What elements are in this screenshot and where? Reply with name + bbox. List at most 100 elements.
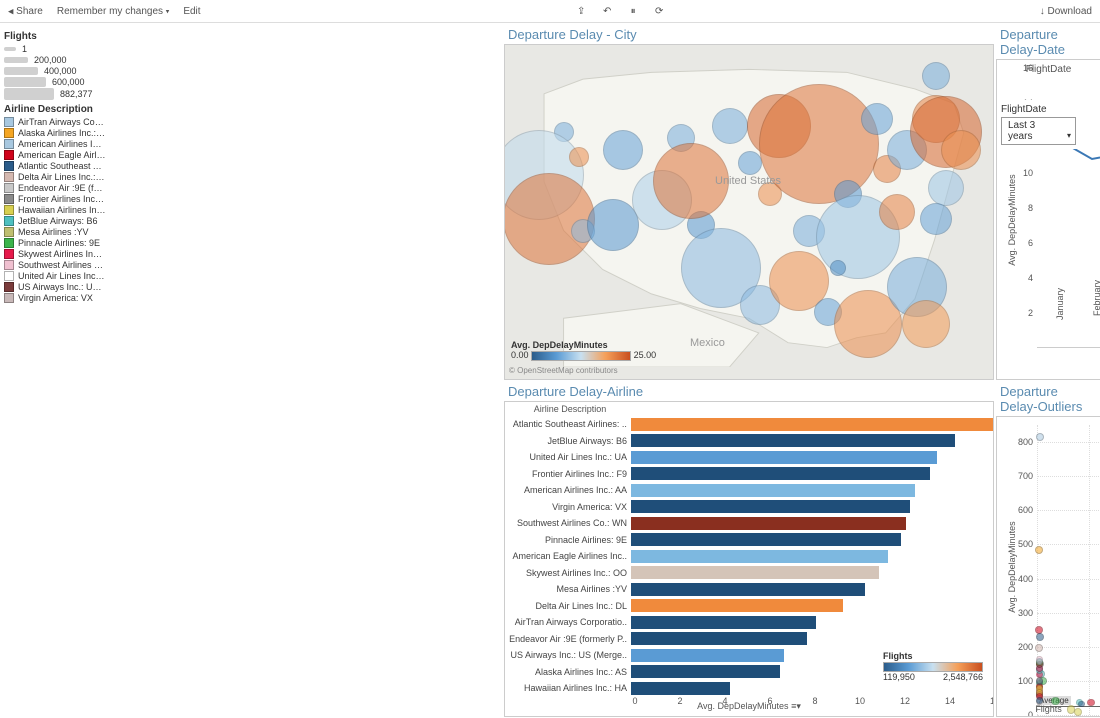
flightdate-select[interactable]: Last 3 years	[1001, 117, 1076, 145]
airline-legend-item[interactable]: Endeavor Air :9E (forme..	[4, 183, 500, 193]
bar-rect	[631, 451, 937, 464]
bar-row[interactable]: Southwest Airlines Co.: WN	[505, 515, 994, 531]
map-bubble[interactable]	[603, 130, 643, 170]
download-link[interactable]: ↓ Download	[1040, 6, 1092, 17]
bar-row-label: AirTran Airways Corporatio..	[505, 617, 631, 627]
bar-x-tick: 8	[812, 696, 817, 706]
airline-legend-item[interactable]: Atlantic Southeast Airlin..	[4, 161, 500, 171]
legend-swatch	[4, 260, 14, 270]
bar-row[interactable]: Endeavor Air :9E (formerly P..	[505, 631, 994, 647]
airline-legend-item[interactable]: Skywest Airlines Inc.: OO	[4, 249, 500, 259]
bar-row-label: Atlantic Southeast Airlines: ..	[505, 419, 631, 429]
scatter-body[interactable]: Avg. DepDelayMinutes 0100200300400500600…	[996, 416, 1100, 717]
scatter-dot[interactable]	[1087, 699, 1095, 707]
bar-row-label: American Eagle Airlines Inc..	[505, 551, 631, 561]
scatter-dot[interactable]	[1078, 701, 1085, 708]
legend-swatch	[4, 249, 14, 259]
scatter-dot[interactable]	[1035, 546, 1043, 554]
edit-link[interactable]: Edit	[183, 6, 200, 17]
airline-legend-item[interactable]: Delta Air Lines Inc.: DL	[4, 172, 500, 182]
undo-icon[interactable]: ↶	[600, 4, 614, 18]
scatter-dot[interactable]	[1036, 633, 1044, 641]
bar-row[interactable]: Atlantic Southeast Airlines: ..	[505, 416, 994, 432]
bar-row[interactable]: Frontier Airlines Inc.: F9	[505, 466, 994, 482]
airline-legend-item[interactable]: Southwest Airlines Co.: ..	[4, 260, 500, 270]
map-bubble[interactable]	[922, 62, 950, 90]
size-legend-row: 600,000	[4, 77, 500, 87]
scatter-dot[interactable]	[1035, 644, 1043, 652]
bar-flights-legend: Flights 119,950 2,548,766	[879, 647, 987, 686]
airline-legend-item[interactable]: Mesa Airlines :YV	[4, 227, 500, 237]
export-icon[interactable]: ⇪	[574, 4, 588, 18]
map-bubble[interactable]	[587, 199, 639, 251]
bar-row[interactable]: United Air Lines Inc.: UA	[505, 449, 994, 465]
bar-x-label: Avg. DepDelayMinutes ≡▾	[697, 701, 801, 712]
bar-row[interactable]: Virgin America: VX	[505, 499, 994, 515]
legend-column: Flights 1200,000400,000600,000882,377 Ai…	[2, 25, 502, 717]
airline-legend-item[interactable]: Virgin America: VX	[4, 293, 500, 303]
bar-row[interactable]: AirTran Airways Corporatio..	[505, 614, 994, 630]
bar-row[interactable]: American Eagle Airlines Inc..	[505, 548, 994, 564]
bar-body[interactable]: Airline Description Atlantic Southeast A…	[504, 401, 994, 717]
legend-label: Delta Air Lines Inc.: DL	[18, 172, 106, 182]
airline-legend-item[interactable]: Pinnacle Airlines: 9E	[4, 238, 500, 248]
map-bubble[interactable]	[928, 170, 964, 206]
bar-rect	[631, 649, 784, 662]
legend-label: JetBlue Airways: B6	[18, 216, 98, 226]
line-y-tick: 6	[1017, 238, 1033, 248]
bar-row[interactable]: Mesa Airlines :YV	[505, 581, 994, 597]
bar-col-header: Airline Description	[505, 404, 635, 414]
size-legend-row: 1	[4, 44, 500, 54]
line-y-tick: 16	[1017, 63, 1033, 73]
map-bubble[interactable]	[738, 151, 762, 175]
scatter-dot[interactable]	[1074, 708, 1082, 716]
airline-legend-item[interactable]: AirTran Airways Corpora..	[4, 117, 500, 127]
airline-legend-item[interactable]: Frontier Airlines Inc.: F9	[4, 194, 500, 204]
bar-row[interactable]: JetBlue Airways: B6	[505, 433, 994, 449]
map-bubble[interactable]	[920, 203, 952, 235]
scatter-dot[interactable]	[1036, 658, 1043, 665]
bar-row[interactable]: Skywest Airlines Inc.: OO	[505, 565, 994, 581]
airline-legend-item[interactable]: Alaska Airlines Inc.: AS	[4, 128, 500, 138]
size-legend-row: 400,000	[4, 66, 500, 76]
airline-legend-item[interactable]: American Airlines Inc.: A..	[4, 139, 500, 149]
refresh-icon[interactable]: ⟳	[652, 4, 666, 18]
remember-dropdown[interactable]: Remember my changes ▾	[57, 6, 169, 17]
bar-row-label: United Air Lines Inc.: UA	[505, 452, 631, 462]
legend-swatch	[4, 150, 14, 160]
map-bubble[interactable]	[569, 147, 589, 167]
share-link[interactable]: ◀ Share	[8, 6, 43, 17]
legend-label: United Air Lines Inc.: UA	[18, 271, 106, 281]
line-title: Departure Delay-Date	[996, 25, 1100, 59]
bar-rect	[631, 500, 910, 513]
airline-legend-item[interactable]: Hawaiian Airlines Inc.: H..	[4, 205, 500, 215]
bar-row[interactable]: American Airlines Inc.: AA	[505, 482, 994, 498]
airline-legend-item[interactable]: JetBlue Airways: B6	[4, 216, 500, 226]
legend-swatch	[4, 282, 14, 292]
line-body[interactable]: FlightDate Avg. DepDelayMinutes 24681012…	[996, 59, 1100, 380]
map-bubble[interactable]	[712, 108, 748, 144]
bar-rect	[631, 418, 994, 431]
line-y-tick: 2	[1017, 308, 1033, 318]
scatter-panel: Departure Delay-Outliers Avg. DepDelayMi…	[996, 382, 1100, 717]
airline-legend-item[interactable]: United Air Lines Inc.: UA	[4, 271, 500, 281]
bar-x-tick: 0	[632, 696, 637, 706]
bar-row[interactable]: Pinnacle Airlines: 9E	[505, 532, 994, 548]
legend-label: Atlantic Southeast Airlin..	[18, 161, 106, 171]
map-body[interactable]: United States Mexico Avg. DepDelayMinute…	[504, 44, 994, 380]
sort-desc-icon[interactable]: ≡▾	[791, 701, 801, 711]
bar-row-label: JetBlue Airways: B6	[505, 436, 631, 446]
bar-row-label: Pinnacle Airlines: 9E	[505, 535, 631, 545]
map-title: Departure Delay - City	[504, 25, 994, 44]
scatter-dot[interactable]	[1036, 433, 1044, 441]
bar-row[interactable]: Delta Air Lines Inc.: DL	[505, 598, 994, 614]
airline-legend-item[interactable]: US Airways Inc.: US (Me..	[4, 282, 500, 292]
legend-swatch	[4, 271, 14, 281]
country-label-mx: Mexico	[690, 337, 725, 349]
scatter-y-tick: 0	[1009, 710, 1033, 717]
map-bubble[interactable]	[941, 130, 981, 170]
pause-icon[interactable]: ⏸	[626, 4, 640, 18]
airline-legend-item[interactable]: American Eagle Airlines ..	[4, 150, 500, 160]
legend-label: AirTran Airways Corpora..	[18, 117, 106, 127]
size-legend-row: 200,000	[4, 55, 500, 65]
